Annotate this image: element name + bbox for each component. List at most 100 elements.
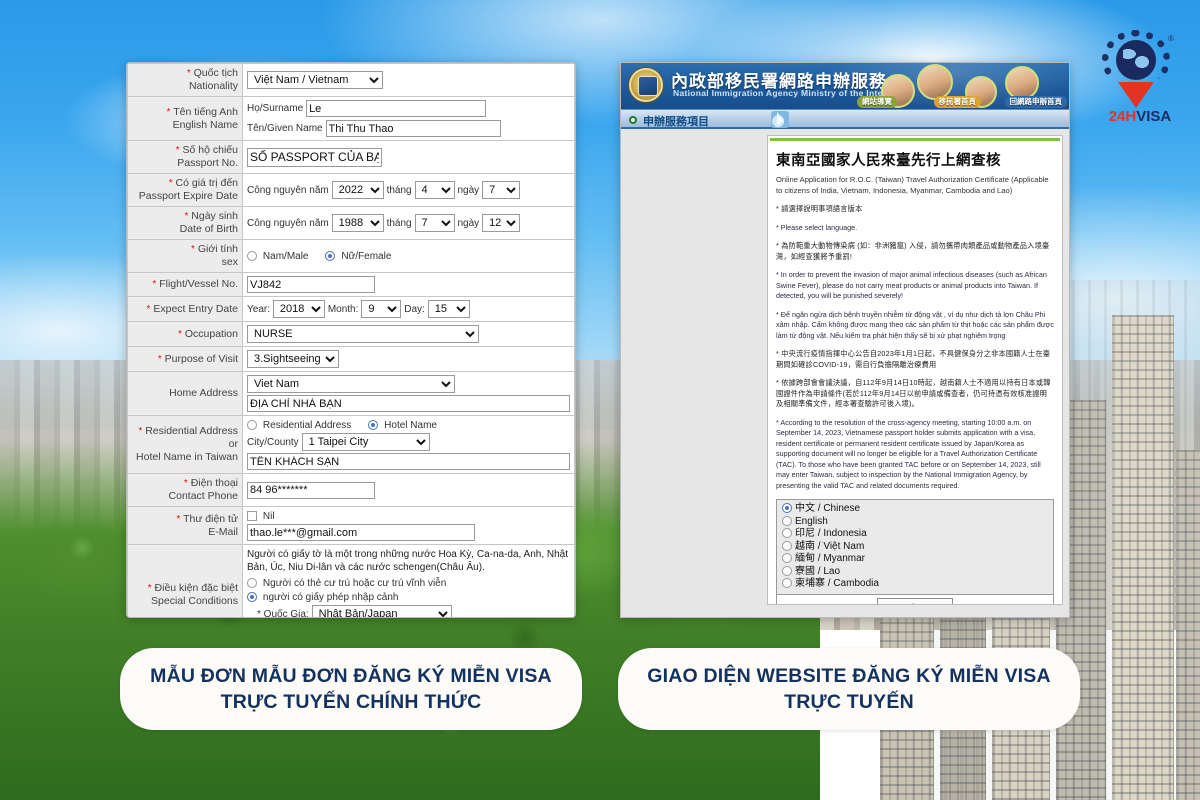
bullet-icon [629,116,637,124]
row-purpose: * Purpose of Visit 3.Sightseeing [127,346,575,372]
row-phone: * Điện thoại Contact Phone [127,473,575,507]
entry-month-select[interactable]: 9 [361,300,402,318]
tac-info-content: 東南亞國家人民來臺先行上網查核 Online Application for R… [768,141,1062,604]
special-country-label: * Quốc Gia: [257,608,309,618]
label-flight-en: Flight/Vessel No. [159,278,238,290]
language-radio-lao[interactable] [782,565,792,576]
nationality-select[interactable]: Việt Nam / Vietnam [247,71,383,89]
label-residential-line2: Hotel Name in Taiwan [136,451,238,463]
dob-year-label: Công nguyên năm [247,217,329,229]
row-special-conditions: * Điều kiện đặc biệt Special Conditions … [127,544,575,618]
language-radio-vietnam[interactable] [782,540,792,551]
label-flight: * Flight/Vessel No. [127,272,243,297]
label-occupation: * Occupation [127,321,243,347]
language-radio-indonesia[interactable] [782,528,792,539]
nia-website-screenshot: 內政部移民署網路申辦服務 National Immigration Agency… [620,62,1070,618]
home-country-select[interactable]: Viet Nam [247,375,455,393]
sailboat-icon [771,111,789,128]
sex-male-radio[interactable] [247,251,257,262]
cell-email: Nil [242,506,575,545]
city-county-select[interactable]: 1 Taipei City [301,433,430,451]
special-resident-radio[interactable] [247,578,257,589]
given-name-input[interactable] [325,120,501,137]
residential-type-group: Residential Address Hotel Name [247,419,570,431]
dob-month-label: tháng [386,217,412,229]
flight-no-input[interactable] [247,276,375,293]
entry-day-select[interactable]: 15 [427,300,470,318]
language-option-myanmar[interactable]: 緬甸 / Myanmar [782,553,1048,566]
language-option-cambodia[interactable]: 柬埔寨 / Cambodia [782,578,1048,591]
language-option-chinese[interactable]: 中文 / Chinese [782,503,1048,516]
cell-sex: Nam/Male Nữ/Female [242,239,575,273]
sex-female-radio[interactable] [325,251,336,262]
dob-day-select[interactable]: 12 [482,214,521,232]
hotel-name-input[interactable] [247,453,570,470]
label-special-en: Special Conditions [151,595,238,607]
entry-year-select[interactable]: 2018 [272,300,325,318]
notice-paragraph-3: * 為防範重大動物傳染病 (如：非洲豬瘟) 入侵，請勿攜帶肉類產品或動物產品入境… [776,241,1050,261]
nia-site-header: 內政部移民署網路申辦服務 National Immigration Agency… [621,63,1069,109]
language-label-english: English [795,515,828,527]
special-permit-radio[interactable] [247,592,257,603]
cell-entry-date: Year: 2018 Month: 9 Day: 15 [242,296,575,322]
passport-no-input[interactable] [247,147,382,167]
tac-heading: 東南亞國家人民來臺先行上網查核 [776,153,1001,169]
required-star-icon: * [175,145,180,156]
row-date-of-birth: * Ngày sinh Date of Birth Công nguyên nă… [127,206,575,240]
expire-month-select[interactable]: 4 [414,181,455,199]
notice-paragraph-8: * According to the resolution of the cro… [776,417,1041,490]
siblings-photo-icon [1005,66,1039,100]
notice-paragraph-4: * In order to prevent the invasion of ma… [776,270,1047,300]
row-email: * Thư điện tử E-Mail Nil [127,506,575,545]
nav-eservice-home[interactable]: 回網路申辦首頁 [1004,96,1067,108]
nav-nia-home[interactable]: 移民署首頁 [933,96,981,108]
given-name-label: Tên/Given Name [247,123,323,134]
cell-home-address: Viet Nam [242,371,575,416]
expire-year-select[interactable]: 2022 [331,181,384,199]
home-address-input[interactable] [247,395,570,412]
dob-month-select[interactable]: 7 [414,214,455,232]
registered-mark: ® [1168,34,1174,43]
residential-address-label: Residential Address [262,419,352,431]
special-intro-text: Người có giấy tờ là một trong những nước… [247,549,569,573]
caption-left: MẪU ĐƠN MẪU ĐƠN ĐĂNG KÝ MIỄN VISA TRỰC T… [120,648,582,730]
entry-year-label: Year: [247,303,270,315]
special-resident-label: Người có thẻ cư trú hoặc cư trú vĩnh viễ… [262,577,447,589]
language-option-lao[interactable]: 寮國 / Lao [782,566,1048,579]
email-input[interactable] [247,524,475,541]
expire-year-label: Công nguyên năm [247,184,329,196]
email-nil-label: Nil [262,510,275,522]
label-entry-date-en: Expect Entry Date [153,302,238,315]
notice-paragraph-7: * 依據跨部會會議決議，自112年9月14日10時起，越南籍人士不適用以持有日本… [776,378,1051,408]
label-passport-expire: * Có giá trị đến Passport Expire Date [127,173,243,207]
label-nationality-en: Nationality [188,80,238,92]
special-country-select[interactable]: Nhật Bản/Japan [311,605,452,617]
purpose-select[interactable]: 3.Sightseeing [247,350,339,368]
brand-logo-24hvisa: ® 24HVISA [1092,30,1188,128]
occupation-select[interactable]: NURSE [247,325,479,343]
language-radio-myanmar[interactable] [782,553,792,564]
dob-year-select[interactable]: 1988 [331,214,384,232]
language-option-english[interactable]: English [782,516,1048,529]
residential-address-radio[interactable] [247,420,257,431]
expire-day-select[interactable]: 7 [482,181,521,199]
nav-site-map[interactable]: 網站導覽 [857,96,897,108]
site-next-button[interactable]: 下一步/Next [876,597,954,604]
language-option-indonesia[interactable]: 印尼 / Indonesia [782,528,1048,541]
surname-input[interactable] [306,100,487,117]
language-label-chinese: 中文 / Chinese [795,503,861,514]
hotel-name-radio[interactable] [368,420,379,431]
nia-page-body: 東南亞國家人民來臺先行上網查核 Online Application for R… [621,129,1069,617]
cell-special-conditions: Người có giấy tờ là một trong những nước… [242,544,575,618]
special-permit-label: người có giấy phép nhập cảnh [262,591,399,603]
language-selector: 中文 / Chinese English 印尼 / Indonesia 越南 /… [776,499,1054,595]
language-option-vietnam[interactable]: 越南 / Việt Nam [782,541,1048,554]
label-sex-vi: Giới tính [197,243,238,255]
email-nil-checkbox[interactable] [247,511,257,522]
language-radio-cambodia[interactable] [782,578,792,589]
row-flight: * Flight/Vessel No. [127,272,575,297]
language-radio-chinese[interactable] [782,503,792,514]
contact-phone-input[interactable] [247,481,375,499]
language-radio-english[interactable] [782,515,792,526]
sex-female-label: Nữ/Female [341,250,392,262]
